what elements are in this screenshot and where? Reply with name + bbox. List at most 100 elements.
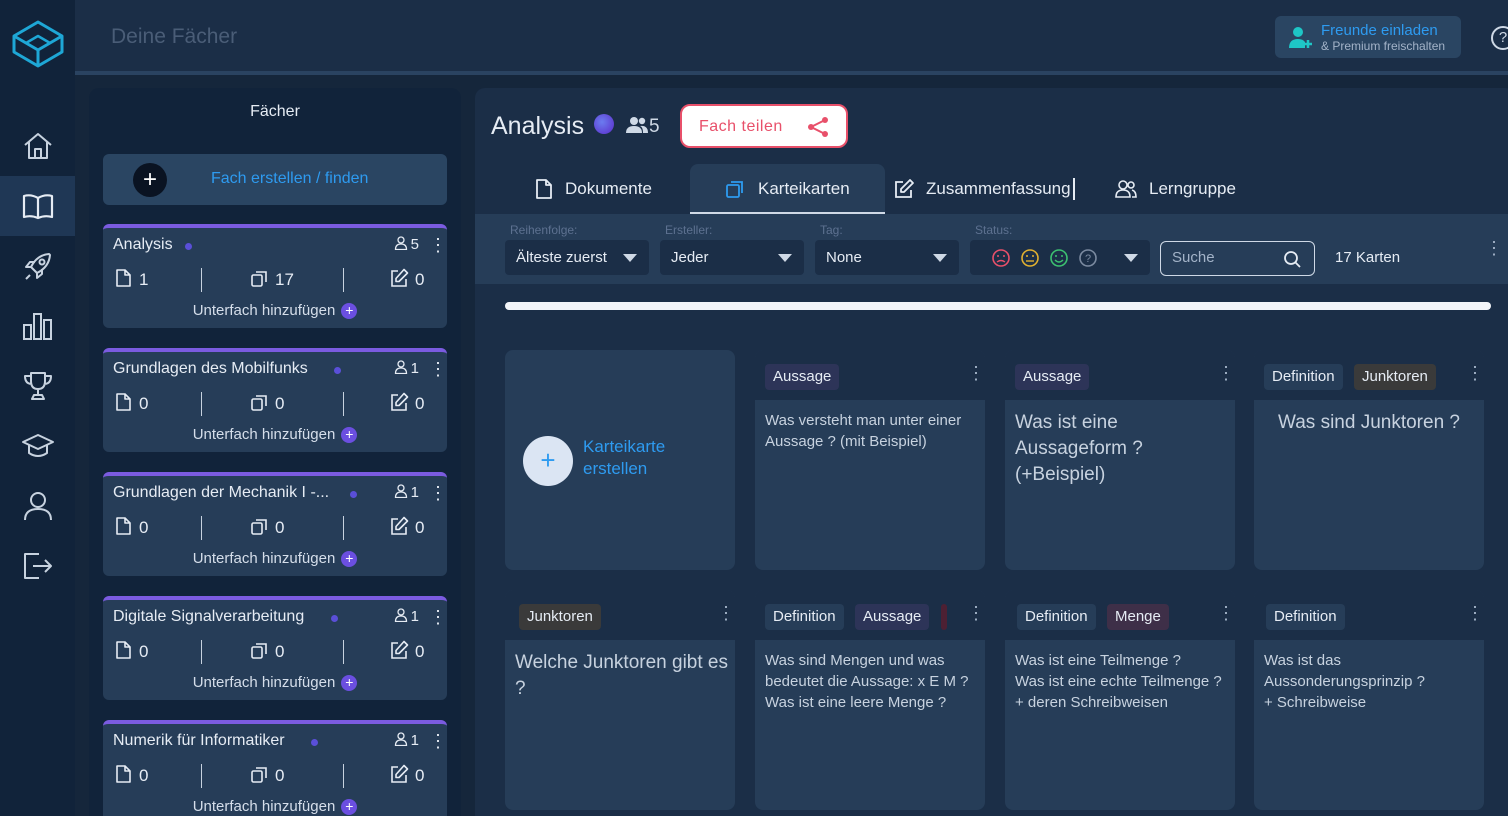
nav-stats[interactable] (0, 296, 75, 356)
summary-count: 0 (389, 392, 424, 414)
plus-icon: + (341, 551, 358, 567)
add-subsubject-button[interactable]: Unterfach hinzufügen + (103, 426, 447, 443)
plus-icon: + (341, 303, 358, 319)
more-options-icon[interactable]: ⋮ (967, 604, 985, 622)
tag-badge[interactable]: Definition (765, 604, 844, 630)
tag-badge[interactable]: Definition (1264, 364, 1343, 390)
add-subsubject-button[interactable]: Unterfach hinzufügen + (103, 798, 447, 815)
tag-badge[interactable]: Menge (1107, 604, 1169, 630)
flashcard-question: Was ist eine Aussageform ? (+Beispiel) (1015, 412, 1143, 485)
tag-select[interactable]: None (815, 240, 959, 275)
tag-badge[interactable]: Junktoren (1354, 364, 1436, 390)
subject-card[interactable]: Analysis 5 ⋮ 1 17 0 Unterfach hinzufügen + (103, 224, 447, 328)
add-subsubject-button[interactable]: Unterfach hinzufügen + (103, 550, 447, 567)
nav-trophy[interactable] (0, 356, 75, 416)
nav-courses[interactable] (0, 416, 75, 476)
nav-profile[interactable] (0, 476, 75, 536)
share-subject-button[interactable]: Fach teilen (680, 104, 848, 148)
plus-icon: + (341, 799, 358, 815)
share-label: Fach teilen (699, 118, 783, 135)
subject-card[interactable]: Grundlagen der Mechanik I -... 1 ⋮ 0 0 0 Unter… (103, 472, 447, 576)
flashcard-header: Definition Aussage ⋮ (755, 590, 985, 640)
subject-name: Digitale Signalverarbeitung (113, 608, 305, 625)
more-options-icon[interactable]: ⋮ (1466, 604, 1484, 622)
document-count: 0 (113, 764, 148, 786)
order-value: Älteste zuerst (516, 249, 607, 266)
edit-icon (391, 764, 409, 783)
creator-select[interactable]: Jeder (660, 240, 804, 275)
more-options-icon[interactable]: ⋮ (1217, 364, 1235, 382)
nav-rocket[interactable] (0, 236, 75, 296)
subject-card[interactable]: Numerik für Informatiker 1 ⋮ 0 0 0 Unterfach h… (103, 720, 447, 816)
help-button[interactable]: ? (1491, 26, 1508, 50)
flashcard[interactable]: Aussage ⋮ Was versteht man unter einer Aus… (755, 350, 985, 570)
search-icon (1284, 251, 1301, 268)
search-input[interactable] (1172, 249, 1272, 266)
tag-badge[interactable]: Aussage (765, 364, 840, 390)
subjects-title: Fächer (250, 103, 300, 120)
divider (343, 640, 344, 664)
more-options-icon[interactable]: ⋮ (1217, 604, 1235, 622)
tab-study-group[interactable]: Lerngruppe (1115, 164, 1275, 214)
flashcard[interactable]: Definition Junktoren ⋮ Was sind Junktoren ? (1254, 350, 1484, 570)
flashcard[interactable]: Definition Menge ⋮ Was ist eine Teilmenge ?… (1005, 590, 1235, 810)
invite-friends-button[interactable]: Freunde einladen & Premium freischalten (1275, 16, 1461, 58)
nav-logout[interactable] (0, 536, 75, 596)
divider (201, 392, 202, 416)
search-field[interactable] (1160, 241, 1315, 276)
subject-card[interactable]: Digitale Signalverarbeitung 1 ⋮ 0 0 0 Unterfac… (103, 596, 447, 700)
logo-icon[interactable] (8, 18, 68, 70)
tag-badge[interactable] (941, 604, 947, 630)
creator-label: Ersteller: (665, 223, 713, 237)
flashcard-header: Definition ⋮ (1254, 590, 1484, 640)
flashcard-count: 17 (249, 268, 294, 290)
tag-badge[interactable]: Definition (1266, 604, 1345, 630)
subject-color-dot (594, 114, 614, 134)
add-subsubject-button[interactable]: Unterfach hinzufügen + (103, 674, 447, 691)
status-select[interactable]: ? (970, 240, 1150, 275)
create-flashcard-button[interactable]: + Karteikarte erstellen (505, 350, 735, 570)
flashcard[interactable]: Junktoren ⋮ Welche Junktoren gibt es ? (505, 590, 735, 810)
flashcard-count: 0 (249, 392, 284, 414)
order-select[interactable]: Älteste zuerst (505, 240, 649, 275)
subject-members: 1 (394, 608, 419, 625)
more-options-icon[interactable]: ⋮ (429, 360, 447, 378)
chevron-down-icon (623, 254, 637, 262)
flashcard-question: Was ist das Aussonderungsprinzip ? + Sch… (1264, 652, 1425, 711)
subject-members[interactable]: 5 (625, 116, 660, 138)
flashcard[interactable]: Definition ⋮ Was ist das Aussonderungsprin… (1254, 590, 1484, 810)
user-icon (394, 608, 407, 623)
more-options-icon[interactable]: ⋮ (1466, 364, 1484, 382)
tab-summary-label: Zusammenfassung (926, 179, 1071, 198)
flashcard[interactable]: Aussage ⋮ Was ist eine Aussageform ? (+Bei… (1005, 350, 1235, 570)
nav-subjects[interactable] (0, 176, 75, 236)
tag-badge[interactable]: Aussage (855, 604, 930, 630)
tag-badge[interactable]: Definition (1017, 604, 1096, 630)
tag-badge[interactable]: Junktoren (519, 604, 601, 630)
user-icon (394, 236, 407, 251)
tab-flashcards[interactable]: Karteikarten (690, 164, 885, 214)
flashcard-header: Aussage ⋮ (755, 350, 985, 400)
more-options-icon[interactable]: ⋮ (967, 364, 985, 382)
tag-badge[interactable]: Aussage (1015, 364, 1090, 390)
add-subsubject-button[interactable]: Unterfach hinzufügen + (103, 302, 447, 319)
flashcard-question: Was sind Mengen und was bedeutet die Aus… (765, 652, 969, 711)
trophy-icon (23, 372, 52, 400)
more-options-icon[interactable]: ⋮ (429, 484, 447, 502)
create-subject-button[interactable]: + Fach erstellen / finden (103, 154, 447, 205)
text-cursor (1073, 178, 1075, 200)
more-options-icon[interactable]: ⋮ (429, 236, 447, 254)
divider (201, 640, 202, 664)
subject-card[interactable]: Grundlagen des Mobilfunks 1 ⋮ 0 0 0 Unterfach … (103, 348, 447, 452)
more-options-icon[interactable]: ⋮ (429, 732, 447, 750)
subject-members: 5 (394, 236, 419, 253)
tab-documents[interactable]: Dokumente (511, 164, 691, 214)
document-icon (116, 765, 131, 783)
user-icon (394, 360, 407, 375)
flashcard[interactable]: Definition Aussage ⋮ Was sind Mengen und wa… (755, 590, 985, 810)
more-options-icon[interactable]: ⋮ (429, 608, 447, 626)
tab-summary[interactable]: Zusammenfassung (885, 164, 1085, 214)
more-options-icon[interactable]: ⋮ (1485, 239, 1503, 257)
nav-home[interactable] (0, 116, 75, 176)
more-options-icon[interactable]: ⋮ (717, 604, 735, 622)
